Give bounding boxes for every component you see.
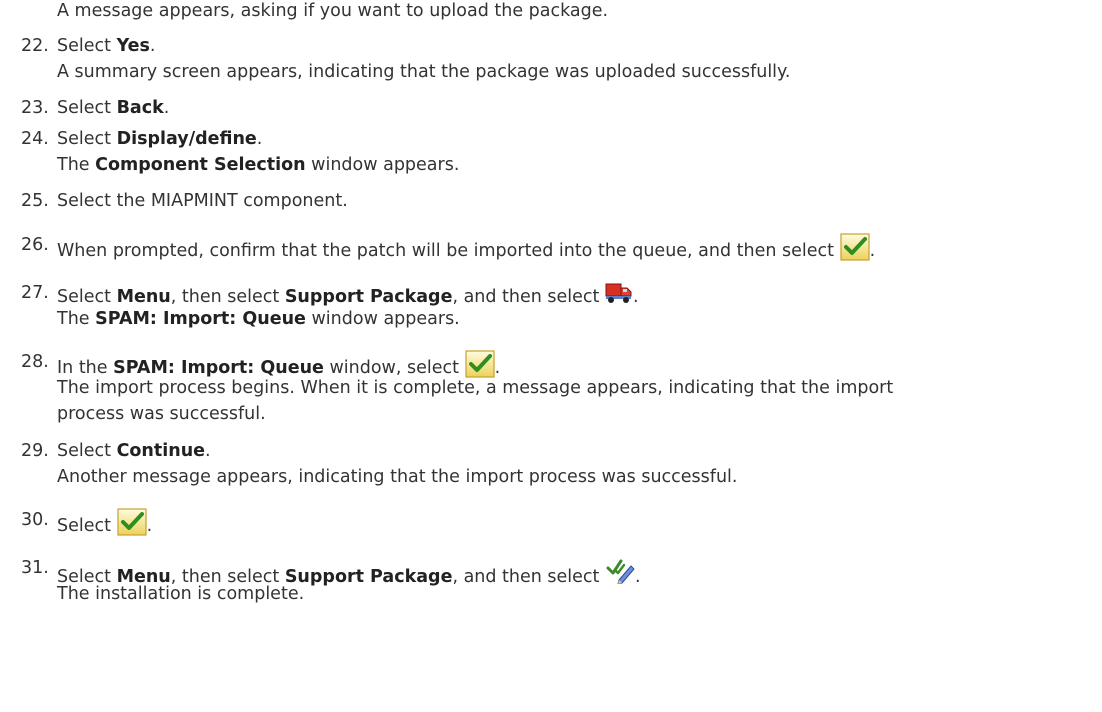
step-number: 30. [21, 510, 49, 530]
step-text: Select Back. [57, 98, 170, 118]
step-22-result: A summary screen appears, indicating tha… [57, 62, 791, 82]
step-text: When prompted, confirm that the patch wi… [57, 233, 875, 263]
ui-label-component-selection: Component Selection [95, 155, 306, 175]
step-text: Select Display/define. [57, 129, 263, 149]
step-text: Select . [57, 508, 152, 538]
step-31-result: The installation is complete. [57, 584, 305, 604]
confirm-queue-icon [605, 556, 635, 584]
ui-label-spam-import-queue: SPAM: Import: Queue [95, 309, 306, 329]
intro-text: A message appears, asking if you want to… [57, 1, 609, 21]
step-number: 26. [21, 235, 49, 255]
ui-label-back: Back [116, 98, 164, 118]
ui-label-support-package: Support Package [284, 567, 453, 587]
step-text: Select Yes. [57, 36, 156, 56]
step-27-result: The SPAM: Import: Queue window appears. [57, 309, 460, 329]
step-number: 27. [21, 283, 49, 303]
ui-label-continue: Continue [116, 441, 206, 461]
step-number: 28. [21, 352, 49, 372]
ui-label-yes: Yes [116, 36, 150, 56]
step-number: 31. [21, 558, 49, 578]
red-truck-import-icon [605, 281, 633, 305]
step-24-result: The Component Selection window appears. [57, 155, 460, 175]
step-number: 29. [21, 441, 49, 461]
ui-label-display-define: Display/define [116, 129, 257, 149]
step-number: 22. [21, 36, 49, 56]
step-number: 23. [21, 98, 49, 118]
instruction-document: A message appears, asking if you want to… [0, 0, 1102, 712]
ui-label-menu: Menu [116, 287, 171, 307]
step-text: Select Menu, then select Support Package… [57, 281, 639, 309]
ui-label-support-package: Support Package [284, 287, 453, 307]
step-28-result-line1: The import process begins. When it is co… [57, 378, 894, 398]
step-text: Select Continue. [57, 441, 211, 461]
green-checkmark-icon [464, 350, 495, 378]
step-number: 25. [21, 191, 49, 211]
green-checkmark-icon [116, 508, 147, 536]
ui-label-spam-import-queue: SPAM: Import: Queue [113, 358, 324, 378]
step-29-result: Another message appears, indicating that… [57, 467, 738, 487]
step-28-result-line2: process was successful. [57, 404, 266, 424]
step-number: 24. [21, 129, 49, 149]
step-text: Select the MIAPMINT component. [57, 191, 348, 211]
green-checkmark-icon [840, 233, 870, 261]
